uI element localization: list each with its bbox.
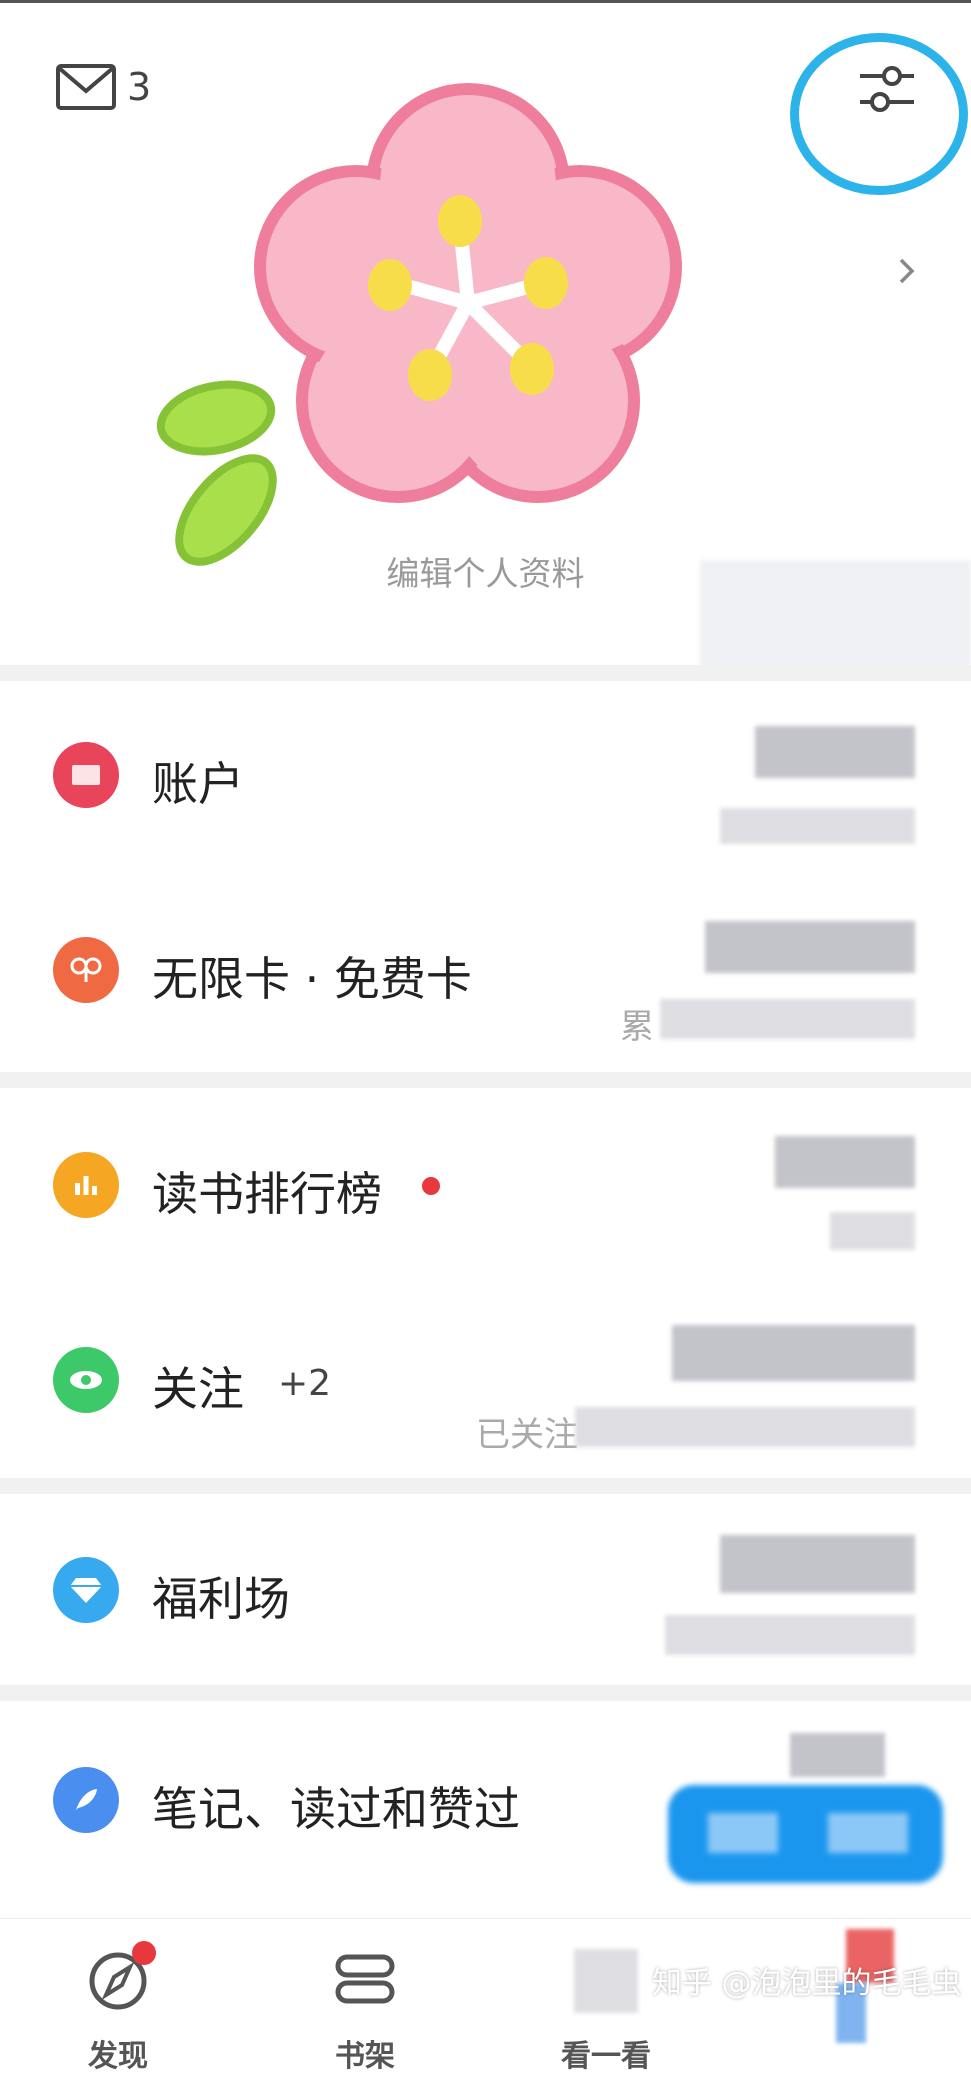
mail-button[interactable]: 3 xyxy=(55,62,151,112)
tab-label: 看一看 xyxy=(561,2039,651,2074)
tab-label: 书架 xyxy=(335,2039,395,2074)
divider xyxy=(0,1478,971,1494)
blurred-tab-icon xyxy=(574,1949,638,2013)
card-icon xyxy=(53,937,119,1003)
blurred-value xyxy=(672,1325,915,1381)
follow-count-badge: +2 xyxy=(278,1363,332,1404)
menu-item-label: 无限卡 · 免费卡 xyxy=(152,952,472,1006)
blurred-value xyxy=(775,1136,915,1188)
divider xyxy=(0,1685,971,1701)
tab-label: 发现 xyxy=(88,2039,148,2074)
menu-item-sub: 累 xyxy=(620,1007,654,1047)
menu-item-label: 读书排行榜 xyxy=(152,1167,382,1221)
divider xyxy=(0,1072,971,1088)
blurred-sub xyxy=(575,1407,915,1447)
blurred-area xyxy=(700,560,971,680)
diamond-icon xyxy=(53,1557,119,1623)
flower-icon xyxy=(254,83,682,503)
watermark: 知乎 @泡泡里的毛毛虫 xyxy=(652,1966,962,2001)
menu-item-sub: 已关注 xyxy=(476,1415,578,1455)
blurred-sub xyxy=(660,999,915,1039)
status-strip xyxy=(0,0,971,3)
blurred-value xyxy=(755,726,915,778)
chevron-right-icon[interactable] xyxy=(896,256,918,286)
settings-icon[interactable] xyxy=(856,62,918,116)
notification-dot xyxy=(132,1941,156,1965)
floating-action-button[interactable] xyxy=(668,1785,943,1883)
menu-item-account[interactable]: 账户 xyxy=(0,700,971,850)
tab-shelf[interactable]: 书架 xyxy=(275,1919,455,2074)
new-badge-dot xyxy=(422,1177,440,1195)
wallet-icon xyxy=(53,742,119,808)
menu-item-label: 账户 xyxy=(152,757,244,811)
blurred-sub xyxy=(665,1615,915,1655)
menu-item-follow[interactable]: 关注 +2 已关注 xyxy=(0,1305,971,1455)
menu-item-welfare[interactable]: 福利场 xyxy=(0,1515,971,1665)
mail-icon xyxy=(56,64,116,110)
menu-item-ranking[interactable]: 读书排行榜 xyxy=(0,1110,971,1260)
blurred-sub xyxy=(830,1212,915,1250)
blurred-sub xyxy=(720,808,915,844)
eye-icon xyxy=(53,1347,119,1413)
menu-item-label: 笔记、读过和赞过 xyxy=(152,1782,520,1836)
divider xyxy=(0,665,971,681)
blurred-value xyxy=(705,921,915,973)
blurred-value xyxy=(720,1535,915,1593)
avatar[interactable] xyxy=(138,78,728,598)
bar-chart-icon xyxy=(53,1152,119,1218)
menu-item-card[interactable]: 无限卡 · 免费卡 累 xyxy=(0,895,971,1047)
tab-discover[interactable]: 发现 xyxy=(28,1919,208,2074)
menu-item-label: 福利场 xyxy=(152,1572,290,1626)
bookshelf-icon xyxy=(335,1954,395,2004)
feather-icon xyxy=(53,1767,119,1833)
blurred-value xyxy=(790,1733,885,1777)
menu-item-label: 关注 xyxy=(152,1362,244,1416)
